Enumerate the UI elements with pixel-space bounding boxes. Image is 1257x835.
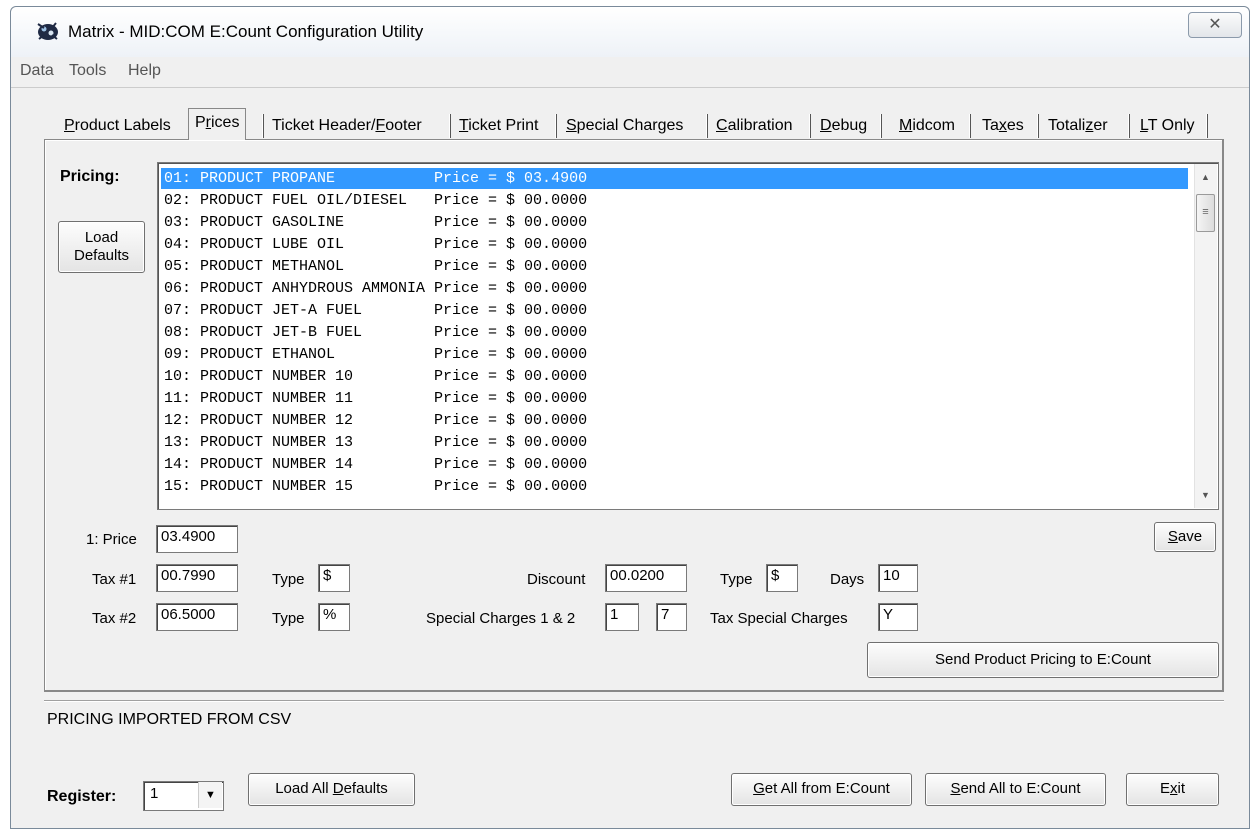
tax1-type-label: Type — [272, 571, 305, 588]
days-field[interactable]: 10 — [878, 564, 918, 592]
tab-separator — [1128, 114, 1130, 138]
list-item[interactable]: 03: PRODUCT GASOLINE Price = $ 00.0000 — [161, 212, 1188, 233]
tab-separator — [555, 114, 557, 138]
pricing-listbox[interactable]: 01: PRODUCT PROPANE Price = $ 03.4900 02… — [157, 162, 1219, 510]
tab-product-labels[interactable]: Product Labels — [64, 114, 171, 140]
special-charges-label: Special Charges 1 & 2 — [426, 610, 576, 627]
list-item[interactable]: 13: PRODUCT NUMBER 13 Price = $ 00.0000 — [161, 432, 1188, 453]
tab-calibration[interactable]: Calibration — [716, 114, 793, 140]
tab-prices[interactable]: Prices — [188, 108, 247, 140]
get-all-from-ecount-button[interactable]: Get All from E:Count — [731, 773, 912, 806]
tab-ticket-header-footer[interactable]: Ticket Header/Footer — [272, 114, 422, 140]
tax2-type-field[interactable]: % — [318, 603, 350, 631]
tax-special-charges-field[interactable]: Y — [878, 603, 918, 631]
load-defaults-button[interactable]: Load Defaults — [58, 221, 145, 273]
discount-type-field[interactable]: $ — [766, 564, 798, 592]
pricing-label: Pricing: — [60, 168, 120, 185]
menu-data[interactable]: Data — [20, 62, 54, 80]
close-icon: ✕ — [1208, 16, 1222, 33]
price-label: 1: Price — [86, 531, 137, 548]
days-label: Days — [830, 571, 865, 588]
scroll-down-icon[interactable]: ▼ — [1194, 484, 1217, 506]
discount-field[interactable]: 00.0200 — [605, 564, 687, 592]
list-item[interactable]: 08: PRODUCT JET-B FUEL Price = $ 00.0000 — [161, 322, 1188, 343]
tab-separator — [880, 114, 882, 138]
special-charge1-field[interactable]: 1 — [605, 603, 639, 631]
tax1-type-field[interactable]: $ — [318, 564, 350, 592]
tab-separator — [706, 114, 708, 138]
discount-type-label: Type — [720, 571, 753, 588]
tax1-field[interactable]: 00.7990 — [156, 564, 238, 592]
list-item[interactable]: 10: PRODUCT NUMBER 10 Price = $ 00.0000 — [161, 366, 1188, 387]
load-all-defaults-button[interactable]: Load All Defaults — [248, 773, 415, 806]
special-charge2-field[interactable]: 7 — [656, 603, 687, 631]
list-item[interactable]: 12: PRODUCT NUMBER 12 Price = $ 00.0000 — [161, 410, 1188, 431]
tab-midcom[interactable]: Midcom — [899, 114, 955, 140]
status-message: PRICING IMPORTED FROM CSV — [47, 711, 292, 728]
tab-ticket-print[interactable]: Ticket Print — [459, 114, 538, 140]
save-button[interactable]: Save — [1154, 522, 1216, 552]
tax-special-charges-label: Tax Special Charges — [710, 610, 848, 627]
list-item[interactable]: 01: PRODUCT PROPANE Price = $ 03.4900 — [161, 168, 1188, 189]
send-product-pricing-button[interactable]: Send Product Pricing to E:Count — [867, 642, 1219, 678]
list-item[interactable]: 05: PRODUCT METHANOL Price = $ 00.0000 — [161, 256, 1188, 277]
close-button[interactable]: ✕ — [1188, 12, 1242, 38]
scrollbar-thumb[interactable]: ≡ — [1196, 194, 1215, 232]
list-item[interactable]: 04: PRODUCT LUBE OIL Price = $ 00.0000 — [161, 234, 1188, 255]
tax2-field[interactable]: 06.5000 — [156, 603, 238, 631]
tab-totalizer[interactable]: Totalizer — [1048, 114, 1108, 140]
exit-button[interactable]: Exit — [1126, 773, 1219, 806]
list-item[interactable]: 11: PRODUCT NUMBER 11 Price = $ 00.0000 — [161, 388, 1188, 409]
list-item[interactable]: 07: PRODUCT JET-A FUEL Price = $ 00.0000 — [161, 300, 1188, 321]
tab-special-charges[interactable]: Special Charges — [566, 114, 683, 140]
scroll-up-icon[interactable]: ▲ — [1194, 166, 1217, 188]
tab-separator — [809, 114, 811, 138]
chevron-down-icon[interactable]: ▼ — [198, 782, 222, 808]
menu-tools[interactable]: Tools — [69, 62, 106, 80]
list-item[interactable]: 09: PRODUCT ETHANOL Price = $ 00.0000 — [161, 344, 1188, 365]
tab-separator — [1037, 114, 1039, 138]
status-separator — [44, 700, 1224, 702]
tab-lt-only[interactable]: LT Only — [1140, 114, 1195, 140]
tax2-label: Tax #2 — [92, 610, 137, 627]
menu-help[interactable]: Help — [128, 62, 161, 80]
list-item[interactable]: 06: PRODUCT ANHYDROUS AMMONIA Price = $ … — [161, 278, 1188, 299]
tab-separator — [1206, 114, 1208, 138]
tax1-label: Tax #1 — [92, 571, 137, 588]
app-logo-icon — [36, 20, 60, 42]
list-item[interactable]: 15: PRODUCT NUMBER 15 Price = $ 00.0000 — [161, 476, 1188, 497]
tab-separator — [449, 114, 451, 138]
tab-separator — [969, 114, 971, 138]
register-label: Register: — [47, 788, 117, 805]
tab-debug[interactable]: Debug — [820, 114, 867, 140]
price-field[interactable]: 03.4900 — [156, 525, 238, 553]
menu-bar — [11, 58, 1249, 88]
tab-separator — [262, 114, 264, 138]
list-item[interactable]: 14: PRODUCT NUMBER 14 Price = $ 00.0000 — [161, 454, 1188, 475]
tax2-type-label: Type — [272, 610, 305, 627]
window-title: Matrix - MID:COM E:Count Configuration U… — [68, 22, 424, 41]
list-item[interactable]: 02: PRODUCT FUEL OIL/DIESEL Price = $ 00… — [161, 190, 1188, 211]
discount-label: Discount — [527, 571, 586, 588]
tab-taxes[interactable]: Taxes — [982, 114, 1024, 140]
send-all-to-ecount-button[interactable]: Send All to E:Count — [925, 773, 1106, 806]
